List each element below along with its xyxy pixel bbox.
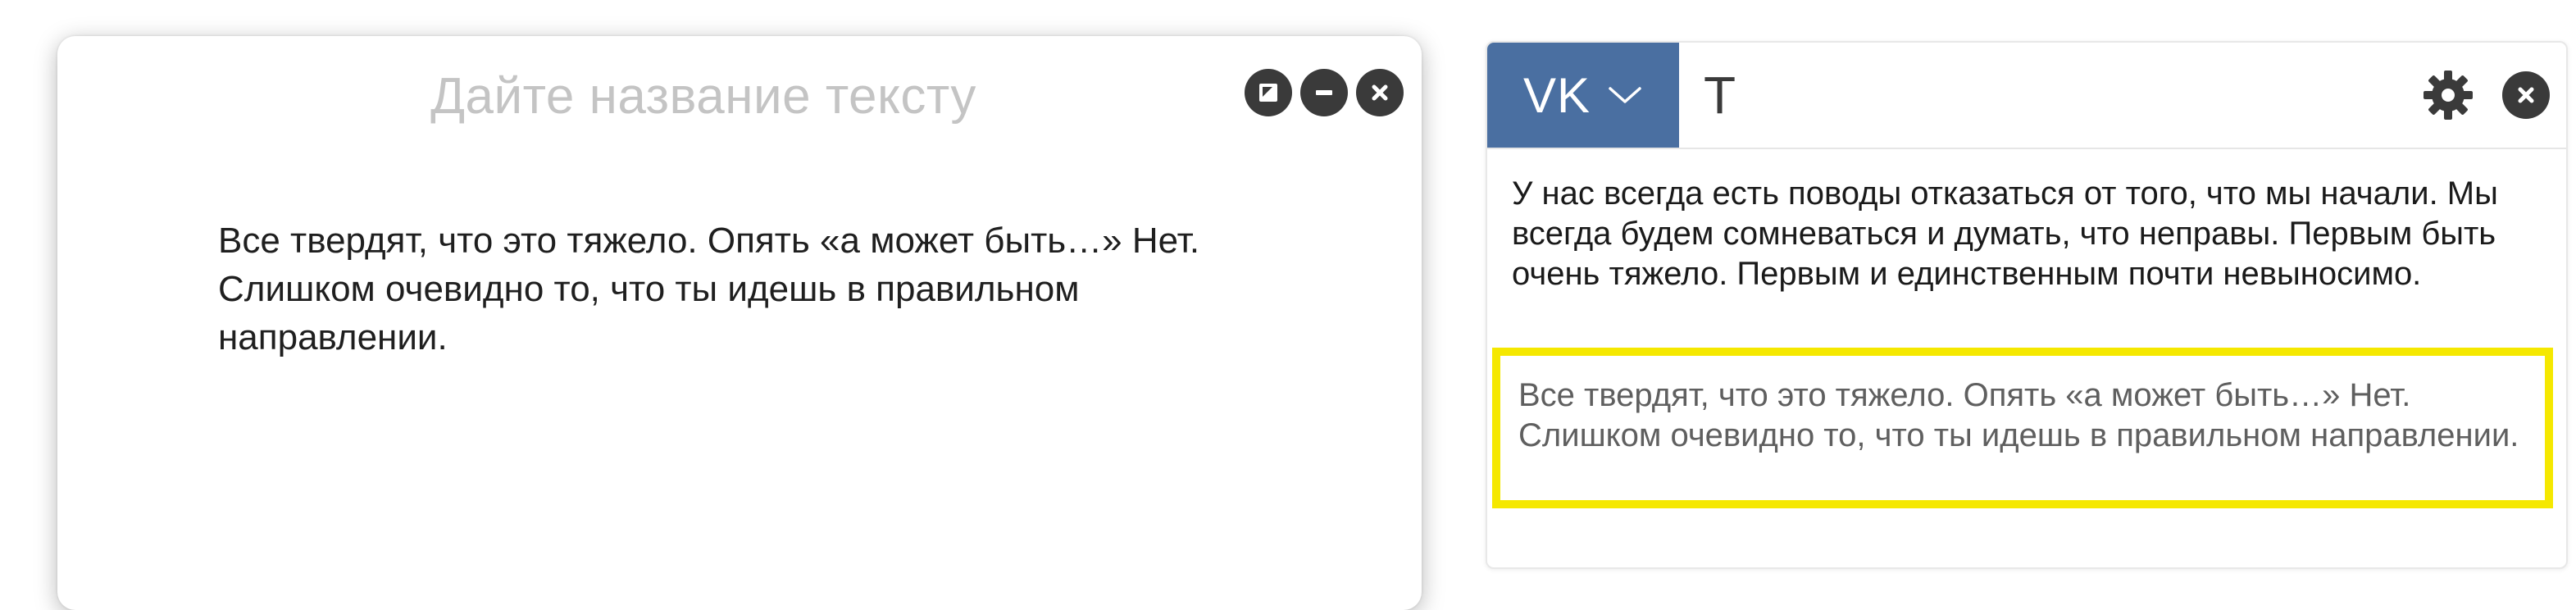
minimize-icon[interactable] — [1300, 69, 1348, 116]
expand-icon[interactable] — [1245, 69, 1292, 116]
editor-window: Дайте название тексту Все твердят, что э… — [57, 36, 1422, 610]
close-icon[interactable] — [1356, 69, 1404, 116]
panel-close-icon[interactable] — [2502, 71, 2550, 119]
tab-vk[interactable]: VK — [1487, 43, 1679, 148]
panel-header: VK T — [1487, 43, 2566, 149]
gear-icon[interactable] — [2422, 69, 2474, 121]
post-text-highlighted[interactable]: Все твердят, что это тяжело. Опять «а мо… — [1492, 348, 2553, 508]
tab-t[interactable]: T — [1704, 43, 1736, 148]
window-controls — [1245, 69, 1404, 116]
chevron-down-icon — [1609, 87, 1641, 103]
tab-t-label: T — [1704, 66, 1736, 125]
post-text-highlighted-content: Все твердят, что это тяжело. Опять «а мо… — [1518, 377, 2519, 453]
panel-header-icons — [2422, 69, 2550, 121]
editor-body-text[interactable]: Все твердят, что это тяжело. Опять «а мо… — [218, 216, 1268, 362]
tab-vk-label: VK — [1522, 67, 1591, 123]
preview-panel: VK T У нас всегда есть поводы отказаться… — [1486, 41, 2568, 569]
editor-title-field[interactable]: Дайте название тексту — [57, 67, 1349, 125]
post-text-current[interactable]: У нас всегда есть поводы отказаться от т… — [1512, 174, 2528, 294]
